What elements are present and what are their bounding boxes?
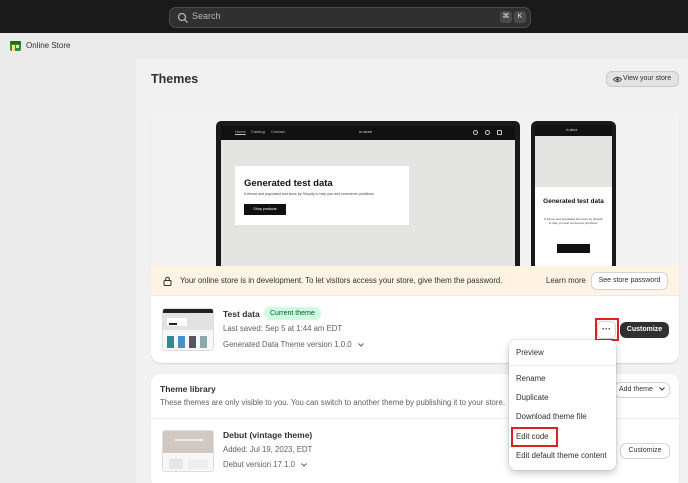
library-theme-thumbnail [162, 430, 214, 472]
preview-mobile-brand: in.store [566, 128, 578, 132]
theme-preview: Home Catalog Contact in.store Generated … [151, 110, 679, 266]
search-icon [177, 12, 188, 23]
add-theme-button[interactable]: Add theme [614, 382, 670, 398]
preview-search-icon [473, 130, 478, 135]
theme-actions-menu: Preview Rename Duplicate Download theme … [509, 340, 616, 470]
menu-item-preview[interactable]: Preview [516, 348, 544, 357]
menu-divider [509, 365, 616, 366]
customize-current-button[interactable]: Customize [620, 322, 669, 338]
app-title[interactable]: Online Store [26, 41, 70, 50]
highlight-edit-code [511, 427, 558, 447]
preview-mobile-text: A theme and populated test store by Shop… [544, 217, 603, 225]
menu-item-duplicate[interactable]: Duplicate [516, 393, 549, 402]
view-store-button[interactable]: View your store [606, 71, 679, 87]
preview-nav: Home Catalog Contact in.store [221, 126, 515, 140]
preview-mobile-title: Generated test data [543, 198, 604, 205]
last-saved-text: Last saved: Sep 5 at 1:44 am EDT [223, 324, 343, 333]
theme-version-text: Generated Data Theme version 1.0.0 [223, 340, 352, 349]
preview-account-icon [485, 130, 490, 135]
view-store-label: View your store [623, 75, 672, 82]
chevron-down-icon [357, 343, 364, 347]
password-notice: Your online store is in development. To … [151, 266, 679, 296]
library-theme-version: Debut version 17.1.0 [223, 460, 295, 469]
preview-brand: in.store [359, 129, 373, 134]
shortcut-key-cmd: ⌘ [500, 11, 512, 23]
preview-cart-icon [497, 130, 502, 135]
search-placeholder: Search [192, 11, 221, 21]
menu-item-download-theme-file[interactable]: Download theme file [516, 412, 587, 421]
chevron-down-icon [658, 387, 665, 391]
mobile-preview: in.store Generated test data A theme and… [531, 121, 616, 266]
preview-mobile-nav: in.store [535, 125, 612, 136]
highlight-more-actions [595, 318, 619, 341]
preview-hero-title: Generated test data [244, 178, 333, 189]
current-theme-badge: Current theme [264, 307, 321, 320]
learn-more-link[interactable]: Learn more [546, 276, 586, 285]
preview-mobile-button [557, 244, 590, 253]
library-title: Theme library [160, 384, 216, 394]
notice-message: Your online store is in development. To … [180, 276, 503, 285]
chevron-down-icon [301, 463, 307, 467]
preview-hero-button: Shop products [244, 204, 286, 215]
preview-nav-item: Catalog [251, 129, 265, 134]
lock-icon [163, 276, 172, 286]
customize-library-theme-button[interactable]: Customize [620, 443, 670, 459]
library-theme-name: Debut (vintage theme) [223, 430, 313, 440]
preview-nav-item: Home [235, 129, 246, 134]
admin-topbar: Search ⌘ K [0, 0, 688, 33]
theme-version-selector[interactable]: Generated Data Theme version 1.0.0 [223, 340, 364, 349]
eye-icon [613, 76, 622, 83]
menu-item-edit-default-content[interactable]: Edit default theme content [516, 451, 607, 460]
library-subtitle: These themes are only visible to you. Yo… [160, 398, 505, 407]
preview-hero: Generated test data A theme and populate… [235, 166, 409, 225]
add-theme-label: Add theme [619, 386, 653, 393]
menu-item-rename[interactable]: Rename [516, 374, 545, 383]
page-title: Themes [151, 72, 199, 86]
library-theme-version-selector[interactable]: Debut version 17.1.0 [223, 460, 307, 469]
library-theme-added: Added: Jul 19, 2023, EDT [223, 445, 313, 454]
online-store-icon [10, 41, 21, 51]
sidebar [0, 59, 136, 483]
current-theme-name: Test data [223, 309, 260, 319]
see-password-button[interactable]: See store password [591, 272, 668, 290]
current-theme-card: Home Catalog Contact in.store Generated … [151, 110, 679, 363]
current-theme-thumbnail [162, 308, 214, 351]
app-header: Online Store [0, 33, 688, 59]
preview-hero-text: A theme and populated test store by Shop… [244, 192, 375, 196]
search-bar[interactable]: Search ⌘ K [169, 7, 531, 28]
shortcut-key-k: K [514, 11, 526, 23]
preview-nav-item: Contact [271, 129, 285, 134]
desktop-preview: Home Catalog Contact in.store Generated … [216, 121, 520, 266]
preview-mobile-hero: Generated test data A theme and populate… [535, 187, 612, 266]
